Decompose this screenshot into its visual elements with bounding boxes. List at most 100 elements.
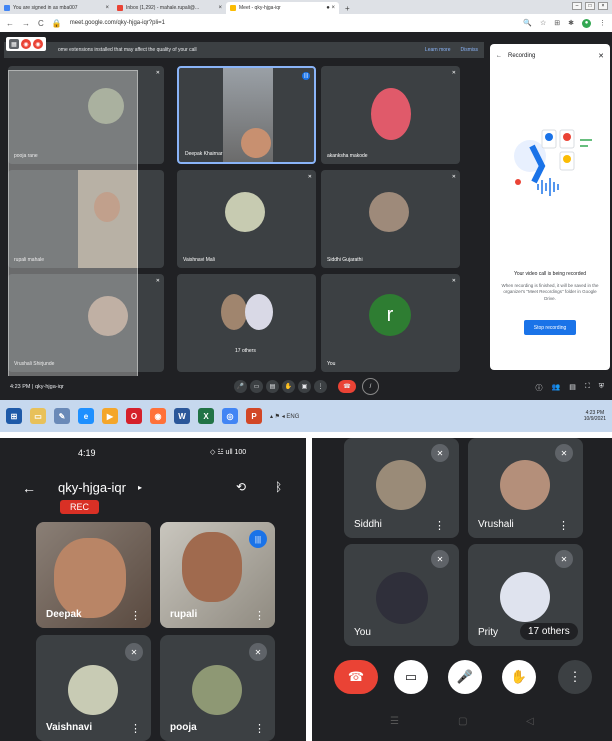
participant-tile[interactable]: ✕ Vaishnavi Mali bbox=[177, 170, 316, 268]
captions-button[interactable]: ▤ bbox=[266, 380, 279, 393]
browser-tab-signin[interactable]: You are signed in as mba007 × bbox=[0, 2, 113, 14]
activities-icon[interactable]: ⛶ bbox=[585, 383, 590, 393]
minimize-icon[interactable]: – bbox=[572, 2, 582, 10]
grid-icon[interactable]: ▦ bbox=[9, 39, 19, 49]
shield-icon[interactable]: ⛨ bbox=[599, 383, 604, 393]
stop-recording-button[interactable]: Stop recording bbox=[524, 320, 576, 335]
mic-button[interactable]: 🎤 bbox=[234, 380, 247, 393]
participant-name: Siddhi Gujarathi bbox=[327, 257, 363, 263]
record-icon[interactable]: ◉ bbox=[33, 39, 43, 49]
participant-avatar bbox=[371, 88, 411, 140]
taskbar-clock[interactable]: 4:23 PM 10/9/2021 bbox=[584, 410, 606, 423]
url-field[interactable]: meet.google.com/qky-hjga-iqr?pli=1 bbox=[70, 20, 165, 26]
more-options-icon[interactable]: ⋮ bbox=[558, 519, 569, 532]
close-tab-icon[interactable]: ● × bbox=[326, 5, 335, 11]
chrome-icon[interactable]: ◎ bbox=[222, 408, 238, 424]
powerpoint-icon[interactable]: P bbox=[246, 408, 262, 424]
ie-icon[interactable]: e bbox=[78, 408, 94, 424]
extensions-icon[interactable]: ⊞ bbox=[554, 19, 560, 28]
participant-tile[interactable]: ✕ Siddhi Gujarathi bbox=[321, 170, 460, 268]
more-options-icon[interactable]: ⋮ bbox=[434, 519, 445, 532]
star-icon[interactable]: ☆ bbox=[540, 19, 546, 28]
people-icon[interactable]: 👥 bbox=[552, 383, 561, 393]
bluetooth-icon[interactable]: ᛒ bbox=[275, 480, 282, 494]
more-options-icon[interactable]: ⋮ bbox=[254, 722, 265, 735]
browser-tab-inbox[interactable]: Inbox (1,292) - mahale.rupali@... × bbox=[113, 2, 226, 14]
participant-tile[interactable]: ✕ akanksha makode bbox=[321, 66, 460, 164]
present-button[interactable]: ▣ bbox=[298, 380, 311, 393]
back-icon[interactable]: ← bbox=[6, 19, 14, 28]
meet-icon bbox=[230, 5, 236, 11]
new-tab-button[interactable]: + bbox=[345, 4, 350, 13]
maximize-icon[interactable]: □ bbox=[585, 2, 595, 10]
more-options-button[interactable]: ⋮ bbox=[558, 660, 592, 694]
browser-tab-meet[interactable]: Meet - qky-hjga-iqr ● × bbox=[226, 2, 339, 14]
participant-tile[interactable]: ✕ Vaishnavi ⋮ bbox=[36, 635, 151, 741]
raise-hand-button[interactable]: ✋ bbox=[282, 380, 295, 393]
info-icon[interactable]: ⓘ bbox=[536, 383, 543, 393]
close-tab-icon[interactable]: × bbox=[105, 5, 109, 11]
participant-tile[interactable]: ✕ Siddhi ⋮ bbox=[344, 438, 459, 538]
switch-camera-icon[interactable]: ⟲ bbox=[236, 480, 246, 494]
forward-icon[interactable]: → bbox=[22, 19, 30, 28]
tools-icon[interactable]: ✎ bbox=[54, 408, 70, 424]
more-options-icon[interactable]: ⋮ bbox=[130, 722, 141, 735]
participant-avatar bbox=[376, 460, 426, 510]
opera-icon[interactable]: O bbox=[126, 408, 142, 424]
learn-more-link[interactable]: Learn more bbox=[425, 47, 451, 53]
more-options-icon[interactable]: ⋮ bbox=[254, 609, 265, 622]
gmail-icon bbox=[117, 5, 123, 11]
speaking-icon: ||| bbox=[249, 530, 267, 548]
meeting-code: qky-hjga-iqr bbox=[34, 384, 64, 390]
others-tile[interactable]: 17 others bbox=[177, 274, 316, 372]
media-icon[interactable]: ▶ bbox=[102, 408, 118, 424]
zoom-icon[interactable]: 🔍 bbox=[523, 19, 532, 28]
system-tray[interactable]: ▴ ⚑ ◂ ENG bbox=[270, 413, 299, 420]
tab-label: Inbox (1,292) - mahale.rupali@... bbox=[126, 5, 200, 11]
self-tile[interactable]: ✕ You bbox=[344, 544, 459, 646]
dismiss-link[interactable]: Dismiss bbox=[461, 47, 479, 53]
close-icon[interactable]: ✕ bbox=[598, 52, 604, 60]
self-tile[interactable]: r ✕ You bbox=[321, 274, 460, 372]
excel-icon[interactable]: X bbox=[198, 408, 214, 424]
start-icon[interactable]: ⊞ bbox=[6, 408, 22, 424]
effects-button[interactable]: / bbox=[362, 378, 379, 395]
back-nav-icon[interactable]: ◁ bbox=[526, 716, 534, 727]
record-icon[interactable]: ◉ bbox=[21, 39, 31, 49]
back-arrow-icon[interactable]: ← bbox=[496, 53, 502, 59]
status-time: 4:19 bbox=[78, 448, 96, 458]
camera-off-button[interactable]: ▭ bbox=[394, 660, 428, 694]
close-tab-icon[interactable]: × bbox=[218, 5, 222, 11]
others-count-badge[interactable]: 17 others bbox=[520, 623, 578, 640]
participant-tile[interactable]: ||| rupali ⋮ bbox=[160, 522, 275, 628]
end-call-button[interactable]: ☎ bbox=[338, 380, 356, 393]
more-options-icon[interactable]: ⋮ bbox=[130, 609, 141, 622]
mic-off-button[interactable]: 🎤 bbox=[448, 660, 482, 694]
end-call-button[interactable]: ☎ bbox=[334, 660, 378, 694]
participant-tile[interactable]: ✕ Vrushali ⋮ bbox=[468, 438, 583, 538]
chat-icon[interactable]: ▤ bbox=[569, 383, 576, 393]
address-bar: ← → C 🔒 meet.google.com/qky-hjga-iqr?pli… bbox=[0, 14, 612, 32]
window-controls: – □ × bbox=[572, 2, 608, 10]
word-icon[interactable]: W bbox=[174, 408, 190, 424]
recents-icon[interactable]: ☰ bbox=[390, 716, 399, 727]
puzzle-icon[interactable]: ✱ bbox=[568, 19, 574, 28]
chevron-right-icon[interactable]: ▸ bbox=[138, 483, 142, 492]
home-icon[interactable]: ▢ bbox=[458, 716, 467, 727]
participant-tile[interactable]: ✕ Prity 17 others bbox=[468, 544, 583, 646]
firefox-icon[interactable]: ◉ bbox=[150, 408, 166, 424]
explorer-icon[interactable]: ▭ bbox=[30, 408, 46, 424]
participant-tile[interactable]: ✕ pooja ⋮ bbox=[160, 635, 275, 741]
profile-avatar[interactable]: ● bbox=[582, 18, 591, 28]
close-window-icon[interactable]: × bbox=[598, 2, 608, 10]
participant-avatar bbox=[221, 294, 247, 330]
participant-tile-active[interactable]: ||| Deepak Khairnar bbox=[177, 66, 316, 164]
meeting-code[interactable]: qky-hjga-iqr bbox=[58, 480, 126, 495]
raise-hand-button[interactable]: ✋ bbox=[502, 660, 536, 694]
back-arrow-icon[interactable]: ← bbox=[22, 480, 36, 496]
reload-icon[interactable]: C bbox=[38, 19, 44, 28]
menu-icon[interactable]: ⋮ bbox=[599, 19, 606, 28]
camera-button[interactable]: ▭ bbox=[250, 380, 263, 393]
participant-tile[interactable]: Deepak ⋮ bbox=[36, 522, 151, 628]
more-options-button[interactable]: ⋮ bbox=[314, 380, 327, 393]
